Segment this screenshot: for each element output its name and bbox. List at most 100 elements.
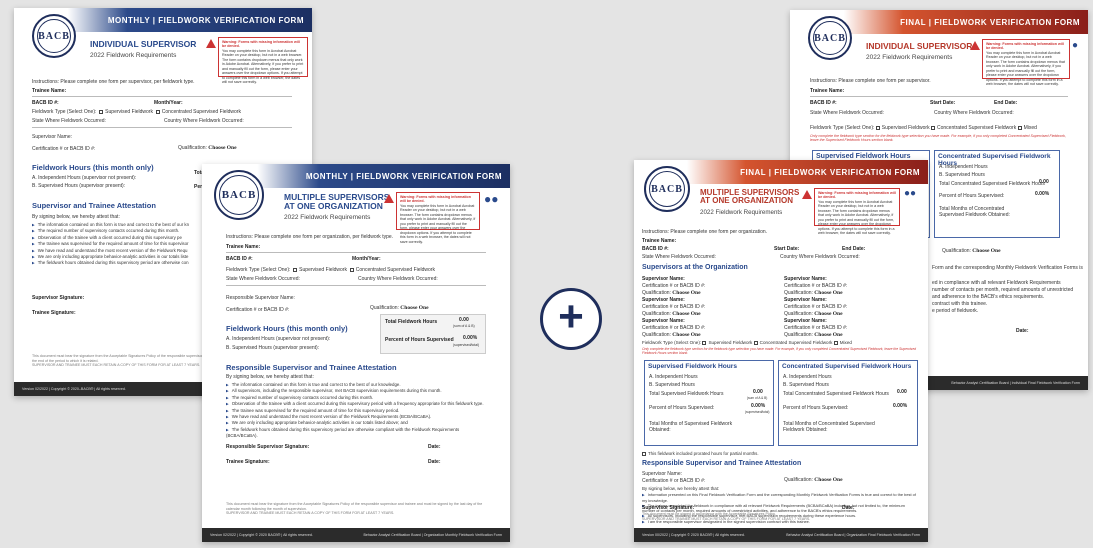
concentrated-checkbox[interactable] [349,267,354,272]
bacb-id-field[interactable]: BACB ID #: [226,256,253,262]
warning-icon [206,39,216,48]
country-field[interactable]: Country Where Fieldwork Occurred: [934,110,1014,116]
month-year-field[interactable]: Month/Year: [352,256,381,262]
bacb-id-field[interactable]: BACB ID #: [642,246,669,252]
warning-body: You may complete this form in Acrobat Ac… [986,50,1065,87]
bacb-logo: BACB [32,14,76,58]
trainee-signature[interactable]: Trainee Signature: [32,310,76,316]
csf-percent-value: 0.00% [893,403,908,409]
comparison-stage: MONTHLY | FIELDWORK VERIFICATION FORM BA… [0,0,1093,548]
qualification-select[interactable]: Choose One [672,311,700,317]
csf-a: A. Independent Hours [783,374,832,380]
supervisor-6: Supervisor Name: Certification # or BACB … [784,318,848,338]
end-date-field[interactable]: End Date: [842,246,865,252]
totals-box: Total Fieldwork Hours 0.00 (sum of A & B… [380,314,486,354]
instructions: Instructions: Please complete one form p… [32,79,195,85]
form-title: INDIVIDUAL SUPERVISOR [866,41,973,51]
qualification-select[interactable]: Choose One [672,290,700,296]
sf-total-value: 0.00 [753,389,763,395]
responsible-supervisor-field[interactable]: Responsible Supervisor Name: [226,295,295,301]
end-date-field[interactable]: End Date: [994,100,1017,106]
cert-field[interactable]: Certification # or BACB ID #: [226,307,289,313]
concentrated-checkbox[interactable] [753,340,758,345]
state-field[interactable]: State Where Fieldwork Occurred: [642,254,716,260]
month-year-field[interactable]: Month/Year: [154,100,183,106]
attestation-intro: By signing below, we hereby attest that: [642,486,720,491]
qualification-select[interactable]: Choose One [972,248,1000,254]
concentrated-checkbox[interactable] [930,125,935,130]
attestation-intro: By signing below, we hereby attest that: [226,374,314,380]
supervisor-signature[interactable]: Supervisor Signature: [642,505,694,511]
qualification-select[interactable]: Choose One [208,145,236,151]
date-field[interactable]: Date: [1016,328,1029,334]
trainee-name-field[interactable]: Trainee Name: [642,238,676,244]
sf-title: Supervised Fieldwork Hours [648,363,738,370]
warning-box: Warning: Forms with missing information … [982,39,1070,86]
footer-right: Behavior Analyst Certification Board | O… [363,533,502,537]
instructions: Instructions: Please complete one form p… [810,78,931,84]
form-title: INDIVIDUAL SUPERVISOR [90,39,197,49]
qualification-field[interactable]: Qualification: Choose One [178,145,237,151]
qualification-field[interactable]: Qualification: Choose One [942,248,1001,254]
supervisor-name-field[interactable]: Supervisor Name: [642,471,682,477]
qualification-select[interactable]: Choose One [814,290,842,296]
sf-percent-value: 0.00% [751,403,766,409]
sf-b: B. Supervised Hours [649,382,695,388]
qualification-select[interactable]: Choose One [814,477,842,483]
warning-title: Warning: Forms with missing information … [222,40,300,49]
supervised-checkbox[interactable] [875,125,880,130]
qualification-field[interactable]: Qualification: Choose One [784,477,843,483]
qualification-select[interactable]: Choose One [814,332,842,338]
supervised-checkbox[interactable] [702,340,707,345]
date-field[interactable]: Date: [842,505,855,511]
red-note: Only complete the fieldwork type section… [810,134,1066,142]
mixed-checkbox[interactable] [1017,125,1022,130]
bacb-id-field[interactable]: BACB ID #: [810,100,837,106]
footer-right: Behavior Analyst Certification Board | O… [786,533,920,537]
state-field[interactable]: State Where Fieldwork Occurred: [32,118,106,124]
country-field[interactable]: Country Where Fieldwork Occurred: [358,276,438,282]
footer-left: Version 02/2022 | Copyright © 2020 BACB®… [210,533,313,537]
trainee-name-field[interactable]: Trainee Name: [226,244,260,250]
country-field[interactable]: Country Where Fieldwork Occurred: [780,254,860,260]
hours-section-title: Fieldwork Hours (this month only) [32,163,154,172]
footnote: This document must be signed in accordan… [642,512,811,521]
state-field[interactable]: State Where Fieldwork Occurred: [226,276,300,282]
concentrated-hours-box: Concentrated Supervised Fieldwork Hours … [778,360,918,446]
supervisor-signature[interactable]: Supervisor Signature: [32,295,84,301]
supervisor-5: Supervisor Name: Certification # or BACB … [642,318,706,338]
warning-body: You may complete this form in Acrobat Ac… [818,199,895,236]
mixed-checkbox[interactable] [833,340,838,345]
partial-checkbox[interactable] [642,451,646,456]
independent-hours: A. Independent Hours (supervisor not pre… [32,175,137,181]
supervisor-name-field[interactable]: Supervisor Name: [32,134,72,140]
supervisor-signature[interactable]: Responsible Supervisor Signature: [226,444,309,450]
footnote: This document must bear the signature fr… [32,354,207,368]
csf-total: Total Concentrated Supervised Fieldwork … [783,391,889,397]
trainee-signature[interactable]: Trainee Signature: [226,459,270,465]
csf-b: B. Supervised Hours [939,172,985,178]
total-hours-value: 0.00 [459,317,469,323]
bacb-id-field[interactable]: BACB ID #: [32,100,59,106]
warning-title: Warning: Forms with missing information … [986,42,1064,51]
side-text-5: contract with this trainee. [932,301,988,307]
qualification-select[interactable]: Choose One [672,332,700,338]
qualification-select[interactable]: Choose One [400,305,428,311]
country-field[interactable]: Country Where Fieldwork Occurred: [164,118,244,124]
start-date-field[interactable]: Start Date: [930,100,955,106]
form-subtitle: 2022 Fieldwork Requirements [700,209,783,216]
cert-field[interactable]: Certification # or BACB ID #: [32,146,95,152]
trainee-date[interactable]: Date: [428,459,441,465]
supervised-checkbox[interactable] [293,267,298,272]
supervised-checkbox[interactable] [99,109,104,114]
start-date-field[interactable]: Start Date: [774,246,799,252]
state-field[interactable]: State Where Fieldwork Occurred: [810,110,884,116]
partial-months: This fieldwork included prorated hours f… [642,451,759,456]
trainee-name-field[interactable]: Trainee Name: [32,88,66,94]
supervisor-date[interactable]: Date: [428,444,441,450]
qualification-field[interactable]: Qualification: Choose One [370,305,429,311]
trainee-name-field[interactable]: Trainee Name: [810,88,844,94]
concentrated-checkbox[interactable] [155,109,160,114]
cert-field[interactable]: Certification # or BACB ID #: [642,478,705,484]
qualification-select[interactable]: Choose One [814,311,842,317]
